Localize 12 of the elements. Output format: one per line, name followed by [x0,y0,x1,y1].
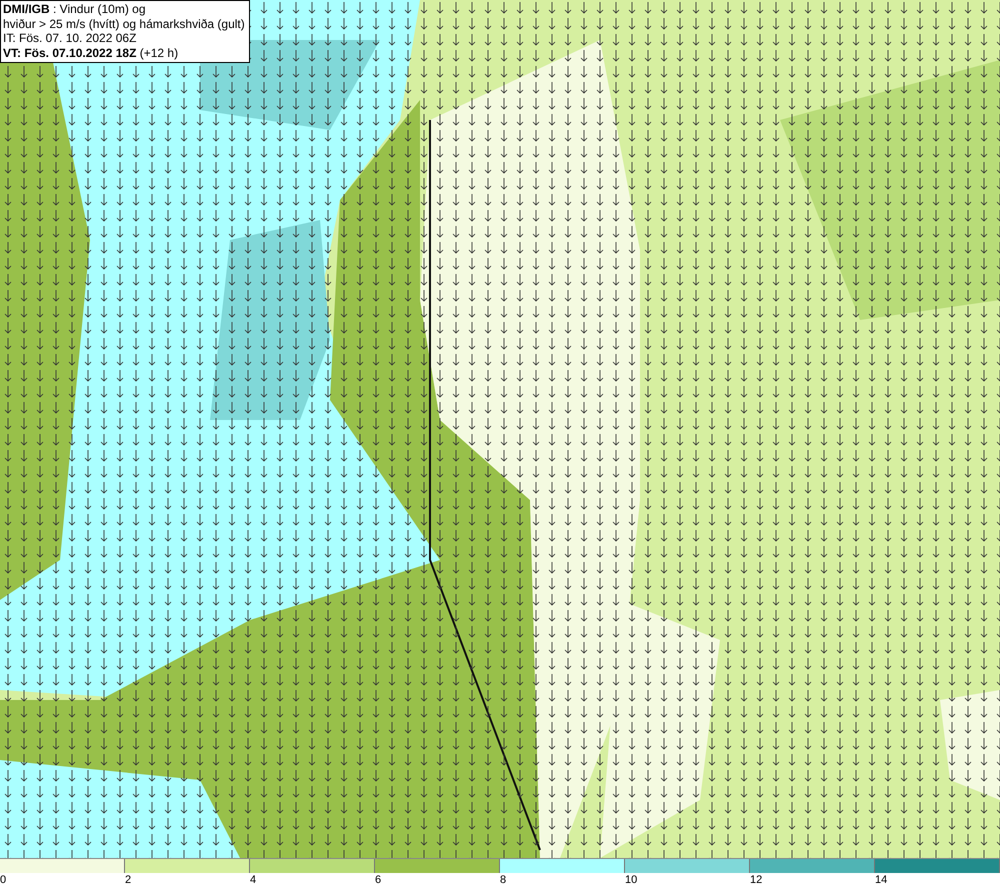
title-line: IT: Fös. 07. 10. 2022 06Z [3,31,138,46]
scale-tick-label: 6 [375,873,382,887]
scale-tick-label: 14 [875,873,888,887]
scale-tick-label: 8 [500,873,506,887]
scale-tick-label: 10 [625,873,638,887]
title-line: hviður > 25 m/s (hvítt) og hámarkshviða (gult) [3,16,245,31]
title-line: DMI/IGB : Vindur (10m) og [3,2,146,16]
scale-tick-label: 2 [125,873,132,887]
scale-tick-label: 12 [750,873,762,887]
scale-tick-label: 0 [0,873,6,887]
title-line: VT: Fös. 07.10.2022 18Z (+12 h) [3,46,180,60]
scale-tick-label: 4 [250,873,256,887]
